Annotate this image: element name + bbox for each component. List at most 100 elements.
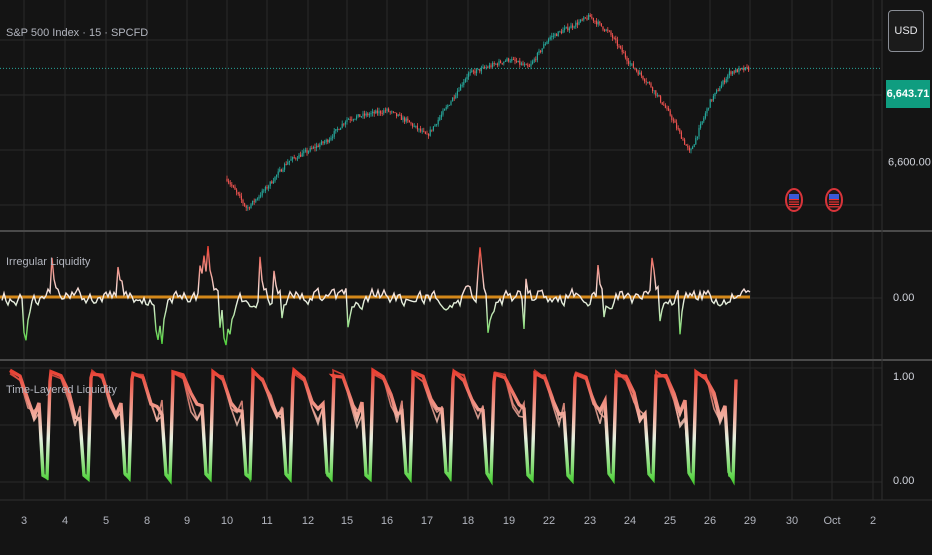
time-axis-tick-label[interactable]: 17	[421, 515, 433, 527]
time-axis-tick-label[interactable]: 5	[103, 515, 109, 527]
chart-canvas[interactable]: 6,600.00 0.00 1.00 0.00 3 4 5 8 9 10 11 12 15 16 17 18 1…	[0, 0, 932, 550]
candle-body	[746, 67, 748, 68]
candle-body	[565, 26, 567, 29]
candle-body	[261, 190, 263, 196]
time-axis-tick-label[interactable]: 10	[221, 515, 233, 527]
candle-body	[735, 69, 737, 73]
time-axis-tick-label[interactable]: Oct	[823, 515, 840, 527]
time-axis-tick-label[interactable]: 26	[704, 515, 716, 527]
candle-body	[386, 108, 388, 112]
time-axis-tick-label[interactable]: 22	[543, 515, 555, 527]
time-axis-tick-label[interactable]: 4	[62, 515, 68, 527]
candle-body	[330, 137, 332, 140]
candle-body	[384, 110, 386, 112]
time-axis-tick-label[interactable]: 12	[302, 515, 314, 527]
candle-body	[600, 23, 602, 27]
candle-body	[644, 79, 646, 82]
candle-body	[237, 192, 239, 195]
candle-body	[452, 97, 454, 102]
candle-body	[295, 157, 297, 159]
pane-title-irregular-liquidity[interactable]: Irregular Liquidity	[6, 256, 90, 268]
candle-body	[354, 118, 356, 120]
candle-body	[549, 37, 551, 40]
candle-body	[285, 164, 287, 165]
candle-body	[255, 199, 257, 202]
candle-body	[511, 59, 513, 62]
currency-button[interactable]: USD	[888, 10, 924, 52]
candle-body	[736, 69, 738, 73]
candle-body	[360, 116, 362, 118]
time-axis-tick-label[interactable]: 19	[503, 515, 515, 527]
time-axis-tick-label[interactable]: 15	[341, 515, 353, 527]
candle-body	[496, 63, 498, 66]
candle-body	[658, 95, 660, 97]
candle-body	[490, 65, 492, 67]
candle-body	[405, 118, 407, 122]
time-axis-tick-label[interactable]: 29	[744, 515, 756, 527]
time-axis-tick-label[interactable]: 16	[381, 515, 393, 527]
candle-body	[423, 130, 425, 132]
candle-body	[415, 125, 417, 127]
time-axis-tick-label[interactable]: 8	[144, 515, 150, 527]
zero-axis-label: 0.00	[893, 292, 914, 304]
candle-body	[730, 71, 732, 74]
time-axis-tick-label[interactable]: 18	[462, 515, 474, 527]
candle-body	[335, 129, 337, 132]
candle-body	[492, 63, 494, 67]
pane-title-time-layered-liquidity[interactable]: Time-Layered Liquidity	[6, 384, 117, 396]
candle-body	[676, 122, 678, 129]
candle-body	[359, 114, 361, 118]
candle-body	[610, 31, 612, 35]
candle-body	[528, 66, 530, 67]
candle-body	[394, 112, 396, 113]
candle-body	[696, 136, 698, 138]
candle-body	[314, 147, 316, 149]
candle-body	[637, 71, 639, 75]
chart-stage[interactable]: 6,600.00 0.00 1.00 0.00 3 4 5 8 9 10 11 12 15 16 17 18 1…	[0, 0, 932, 550]
candle-body	[332, 136, 334, 138]
candle-body	[541, 48, 543, 52]
time-axis-tick-label[interactable]: 2	[870, 515, 876, 527]
candle-body	[732, 71, 734, 74]
candle-body	[421, 130, 423, 132]
candle-body	[426, 133, 428, 135]
candle-body	[727, 75, 729, 79]
candle-body	[632, 63, 634, 68]
time-axis-tick-label[interactable]: 24	[624, 515, 636, 527]
candle-body	[344, 122, 346, 125]
candle-body	[440, 114, 442, 118]
candle-body	[288, 160, 290, 163]
time-axis-tick-label[interactable]: 25	[664, 515, 676, 527]
symbol-title[interactable]: S&P 500 Index · 15 · SPCFD	[6, 27, 148, 39]
candle-body	[364, 113, 366, 116]
candle-body	[596, 21, 598, 25]
candle-body	[716, 90, 718, 93]
candle-body	[463, 81, 465, 85]
candle-body	[668, 108, 670, 111]
candle-body	[564, 28, 566, 30]
candle-body	[349, 119, 351, 120]
candle-body	[568, 28, 570, 31]
candle-body	[236, 189, 238, 193]
candle-body	[645, 81, 647, 83]
time-axis-tick-label[interactable]: 3	[21, 515, 27, 527]
candle-body	[487, 67, 489, 69]
time-axis-tick-label[interactable]: 30	[786, 515, 798, 527]
candle-body	[631, 63, 633, 65]
time-axis-tick-label[interactable]: 23	[584, 515, 596, 527]
candle-body	[477, 68, 479, 70]
time-axis-tick-label[interactable]: 9	[184, 515, 190, 527]
candle-body	[244, 203, 246, 206]
candle-body	[413, 125, 415, 127]
candle-body	[623, 52, 625, 54]
us-flag-event-icon	[785, 188, 803, 212]
candle-body	[399, 114, 401, 116]
candle-body	[346, 119, 348, 122]
candle-body	[581, 19, 583, 21]
candle-body	[356, 116, 358, 119]
candle-body	[512, 59, 514, 60]
candle-body	[536, 53, 538, 60]
candle-body	[693, 144, 695, 148]
candle-body	[575, 22, 577, 27]
time-axis-tick-label[interactable]: 11	[261, 515, 272, 527]
